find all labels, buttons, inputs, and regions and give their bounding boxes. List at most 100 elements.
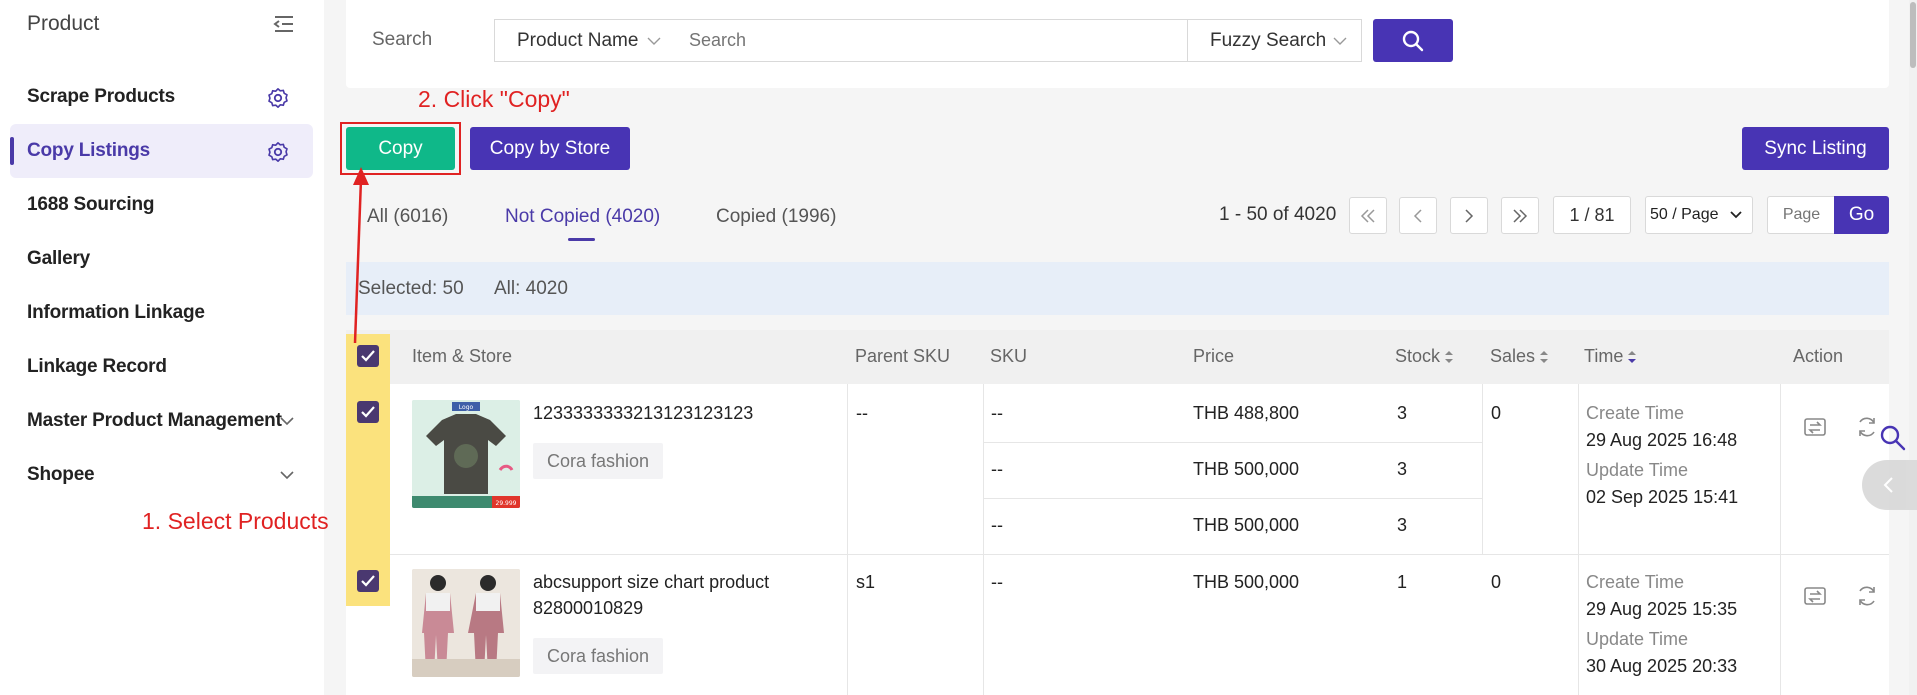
copy-action-icon[interactable] <box>1802 583 1828 609</box>
float-collapse-button[interactable] <box>1862 460 1917 510</box>
sidebar-item-label: Information Linkage <box>27 302 205 323</box>
update-time-value: 02 Sep 2025 15:41 <box>1586 487 1739 507</box>
chevron-down-icon <box>1333 37 1347 45</box>
copy-action-icon[interactable] <box>1802 414 1828 440</box>
sidebar-item-label: Copy Listings <box>27 140 151 161</box>
search-mode-select[interactable]: Fuzzy Search <box>1187 19 1362 62</box>
sidebar-item-master-product-management[interactable]: Master Product Management <box>10 394 313 448</box>
sync-listing-button[interactable]: Sync Listing <box>1742 127 1889 170</box>
page-scrollbar[interactable] <box>1909 0 1917 695</box>
tab-all[interactable]: All (6016) <box>367 206 448 228</box>
first-page-button[interactable] <box>1349 197 1387 234</box>
sidebar-item-linkage-record[interactable]: Linkage Record <box>10 340 313 394</box>
divider <box>983 442 1482 443</box>
chevron-down-icon <box>280 417 294 426</box>
checkmark-icon <box>361 575 375 587</box>
variant-price: THB 500,000 <box>1193 572 1300 592</box>
pagination-range: 1 - 50 of 4020 <box>1219 204 1337 225</box>
sidebar: Product Scrape Products Copy Listings 16… <box>0 0 324 695</box>
header-action: Action <box>1793 346 1844 366</box>
sidebar-item-scrape-products[interactable]: Scrape Products <box>10 70 313 124</box>
divider <box>1780 384 1781 695</box>
header-parent-sku: Parent SKU <box>855 346 951 366</box>
variant-stock: 3 <box>1397 459 1408 479</box>
select-all-checkbox[interactable] <box>357 345 379 367</box>
sidebar-item-copy-listings[interactable]: Copy Listings <box>10 124 313 178</box>
tab-not-copied[interactable]: Not Copied (4020) <box>505 206 660 228</box>
search-input[interactable] <box>675 19 1188 62</box>
product-title[interactable]: abcsupport size chart product <box>533 572 769 593</box>
double-chevron-right-icon <box>1513 208 1528 223</box>
checkmark-icon <box>361 350 375 362</box>
page-size-select[interactable]: 50 / Page <box>1645 196 1753 234</box>
variant-stock: 3 <box>1397 515 1408 535</box>
go-button[interactable]: Go <box>1834 196 1889 234</box>
search-button[interactable] <box>1373 19 1453 62</box>
variant-sku: -- <box>991 572 1003 592</box>
store-tag: Cora fashion <box>533 443 664 479</box>
update-time-label: Update Time <box>1586 629 1689 649</box>
next-page-button[interactable] <box>1450 197 1488 234</box>
header-time[interactable]: Time <box>1584 346 1637 367</box>
sidebar-item-gallery[interactable]: Gallery <box>10 232 313 286</box>
annotation-step2: 2. Click "Copy" <box>418 86 570 112</box>
page-scrollbar-thumb[interactable] <box>1910 2 1916 68</box>
chevron-down-icon <box>647 37 661 45</box>
sales-value: 0 <box>1491 572 1502 592</box>
store-tag: Cora fashion <box>533 638 664 674</box>
header-stock[interactable]: Stock <box>1395 346 1454 367</box>
chevron-down-icon <box>1730 211 1742 219</box>
sidebar-title: Product <box>27 12 100 35</box>
create-time-value: 29 Aug 2025 15:35 <box>1586 599 1738 619</box>
parent-sku: s1 <box>856 572 876 592</box>
sync-action-icon[interactable] <box>1854 414 1880 440</box>
sort-icon <box>1540 351 1549 364</box>
page-jump-input[interactable] <box>1767 196 1835 234</box>
clothing-image <box>412 569 520 677</box>
tab-active-indicator <box>568 238 595 241</box>
row-checkbox[interactable] <box>357 570 379 592</box>
sidebar-item-1688-sourcing[interactable]: 1688 Sourcing <box>10 178 313 232</box>
sidebar-item-label: Gallery <box>27 248 91 269</box>
divider <box>983 498 1482 499</box>
copy-by-store-button[interactable]: Copy by Store <box>470 127 630 170</box>
sidebar-item-information-linkage[interactable]: Information Linkage <box>10 286 313 340</box>
sales-value: 0 <box>1491 403 1502 423</box>
header-sales[interactable]: Sales <box>1490 346 1549 367</box>
variant-price: THB 500,000 <box>1193 459 1300 479</box>
gear-icon[interactable] <box>267 87 289 109</box>
product-thumbnail[interactable]: Logo 29.999 <box>412 400 520 508</box>
sidebar-item-label: Scrape Products <box>27 86 175 107</box>
sidebar-item-label: Shopee <box>27 464 95 485</box>
last-page-button[interactable] <box>1501 197 1539 234</box>
checkmark-icon <box>361 406 375 418</box>
search-field-select[interactable]: Product Name <box>494 19 676 62</box>
variant-sku: -- <box>991 459 1003 479</box>
thumbnail-price-text: 29.999 <box>496 500 517 507</box>
collapse-menu-icon[interactable] <box>272 14 296 34</box>
chevron-left-icon <box>1413 208 1422 223</box>
search-field-select-value: Product Name <box>517 29 639 51</box>
variant-stock: 1 <box>1397 572 1408 592</box>
header-item-store: Item & Store <box>412 346 513 366</box>
variant-price: THB 488,800 <box>1193 403 1300 423</box>
thumbnail-logo-text: Logo <box>459 404 474 411</box>
sidebar-item-shopee[interactable]: Shopee <box>10 448 313 502</box>
sort-desc-icon <box>1628 351 1637 364</box>
tab-copied[interactable]: Copied (1996) <box>716 206 836 228</box>
gear-icon[interactable] <box>267 141 289 163</box>
search-icon[interactable] <box>1879 424 1907 452</box>
annotation-arrow-icon <box>353 167 369 344</box>
search-icon <box>1402 30 1424 51</box>
product-thumbnail[interactable] <box>412 569 520 677</box>
search-mode-select-value: Fuzzy Search <box>1210 29 1327 51</box>
sidebar-item-label: Linkage Record <box>27 356 167 377</box>
sort-icon <box>1445 351 1454 364</box>
all-count: All: 4020 <box>494 278 568 299</box>
selection-bar: Selected: 50 All: 4020 <box>346 262 1889 315</box>
sync-action-icon[interactable] <box>1854 583 1880 609</box>
prev-page-button[interactable] <box>1399 197 1437 234</box>
create-time-label: Create Time <box>1586 572 1685 592</box>
row-checkbox[interactable] <box>357 401 379 423</box>
product-title[interactable]: 1233333333213123123123 <box>533 403 753 424</box>
